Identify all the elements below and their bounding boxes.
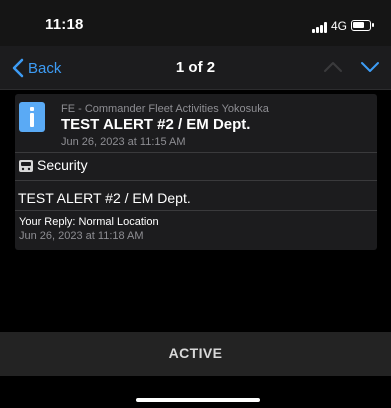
reply-timestamp: Jun 26, 2023 at 11:18 AM (19, 230, 144, 242)
active-status-bar[interactable]: ACTIVE (0, 332, 391, 376)
chevron-down-icon[interactable] (360, 60, 380, 74)
alert-timestamp: Jun 26, 2023 at 11:15 AM (61, 136, 186, 148)
divider (15, 210, 377, 211)
home-indicator[interactable] (136, 398, 260, 402)
divider (15, 152, 377, 153)
alert-card: FE - Commander Fleet Activities Yokosuka… (15, 94, 377, 250)
reply-status: Your Reply: Normal Location (19, 216, 159, 228)
info-icon (19, 102, 45, 132)
status-time: 11:18 (45, 16, 84, 33)
alert-title: TEST ALERT #2 / EM Dept. (61, 116, 251, 133)
alert-message: TEST ALERT #2 / EM Dept. (18, 190, 191, 206)
active-status-label: ACTIVE (168, 345, 223, 361)
alert-sender: FE - Commander Fleet Activities Yokosuka (61, 103, 269, 115)
divider (15, 180, 377, 181)
security-icon (19, 160, 33, 172)
chevron-up-icon[interactable] (323, 60, 343, 74)
network-type: 4G (331, 19, 348, 33)
battery-icon (351, 20, 374, 31)
alert-detail-screen: 11:18 4G Back 1 of 2 FE - Commander Flee… (0, 0, 391, 408)
navigation-bar: Back 1 of 2 (0, 46, 391, 90)
signal-icon (312, 22, 328, 33)
status-bar: 11:18 4G (0, 0, 391, 46)
alert-category: Security (37, 157, 88, 173)
